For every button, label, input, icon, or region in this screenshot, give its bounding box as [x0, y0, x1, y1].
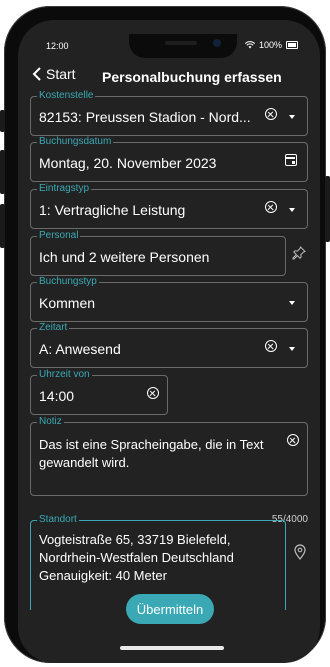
- standort-value: Vogteistraße 65, 33719 Bielefeld, Nordrh…: [39, 532, 234, 583]
- battery-percent: 100%: [258, 40, 282, 50]
- eintragstyp-label: Eintragstyp: [37, 183, 92, 195]
- submit-button[interactable]: Übermitteln: [126, 594, 214, 624]
- zeitart-label: Zeitart: [37, 322, 70, 334]
- app-screen: 12:00 100% Start Personalbuchung erfasse…: [18, 20, 320, 663]
- buchungsdatum-value: Montag, 20. November 2023: [39, 155, 217, 171]
- uhrzeit-von-field[interactable]: Uhrzeit von 14:00: [30, 369, 168, 415]
- back-label: Start: [46, 66, 76, 82]
- app-header: Start Personalbuchung erfassen: [18, 64, 320, 90]
- zeitart-value: A: Anwesend: [39, 341, 121, 357]
- mute-switch: [0, 110, 5, 132]
- kostenstelle-value: 82153: Preussen Stadion - Nord...: [39, 109, 251, 125]
- chevron-down-icon[interactable]: [289, 115, 295, 119]
- standort-label: Standort: [37, 514, 79, 526]
- volume-down-button: [0, 204, 5, 248]
- eintragstyp-value: 1: Vertragliche Leistung: [39, 202, 186, 218]
- wifi-icon: [244, 41, 255, 49]
- phone-frame: 12:00 100% Start Personalbuchung erfasse…: [4, 6, 326, 663]
- notiz-value: Das ist eine Spracheingabe, die in Text …: [39, 437, 264, 470]
- home-indicator[interactable]: [120, 646, 224, 650]
- uhrzeit-von-label: Uhrzeit von: [37, 369, 92, 381]
- location-pin-icon[interactable]: [294, 544, 306, 560]
- chevron-left-icon: [32, 67, 41, 81]
- personal-label: Personal: [37, 230, 81, 242]
- zeitart-select[interactable]: Zeitart A: Anwesend: [30, 322, 308, 368]
- buchungstyp-value: Kommen: [39, 295, 96, 311]
- buchungsdatum-field[interactable]: Buchungsdatum Montag, 20. November 2023: [30, 136, 308, 182]
- power-button: [325, 176, 330, 242]
- buchungstyp-select[interactable]: Buchungstyp Kommen: [30, 276, 308, 322]
- buchungsdatum-label: Buchungsdatum: [37, 136, 114, 148]
- uhrzeit-von-value: 14:00: [39, 388, 75, 404]
- clear-icon[interactable]: [265, 108, 277, 120]
- volume-up-button: [0, 150, 5, 194]
- chevron-down-icon[interactable]: [289, 347, 295, 351]
- clear-icon[interactable]: [147, 387, 159, 399]
- status-time: 12:00: [46, 41, 69, 51]
- battery-icon: [286, 41, 298, 49]
- personal-field[interactable]: Personal Ich und 2 weitere Personen: [30, 230, 286, 276]
- chevron-down-icon[interactable]: [289, 301, 295, 305]
- back-button[interactable]: Start: [32, 66, 76, 82]
- notiz-label: Notiz: [37, 416, 64, 428]
- chevron-down-icon[interactable]: [289, 208, 295, 212]
- calendar-icon[interactable]: [285, 154, 297, 166]
- eintragstyp-select[interactable]: Eintragstyp 1: Vertragliche Leistung: [30, 183, 308, 229]
- pin-icon[interactable]: [292, 246, 306, 260]
- notiz-textarea[interactable]: Notiz Das ist eine Spracheingabe, die in…: [30, 416, 308, 496]
- clear-icon[interactable]: [287, 434, 299, 446]
- status-right: 100%: [244, 40, 298, 50]
- status-bar: 12:00 100%: [18, 20, 320, 51]
- clear-icon[interactable]: [265, 340, 277, 352]
- kostenstelle-label: Kostenstelle: [37, 90, 96, 102]
- personal-value: Ich und 2 weitere Personen: [39, 249, 210, 265]
- buchungstyp-label: Buchungstyp: [37, 276, 99, 288]
- page-title: Personalbuchung erfassen: [102, 69, 282, 85]
- clear-icon[interactable]: [265, 201, 277, 213]
- kostenstelle-select[interactable]: Kostenstelle 82153: Preussen Stadion - N…: [30, 90, 308, 136]
